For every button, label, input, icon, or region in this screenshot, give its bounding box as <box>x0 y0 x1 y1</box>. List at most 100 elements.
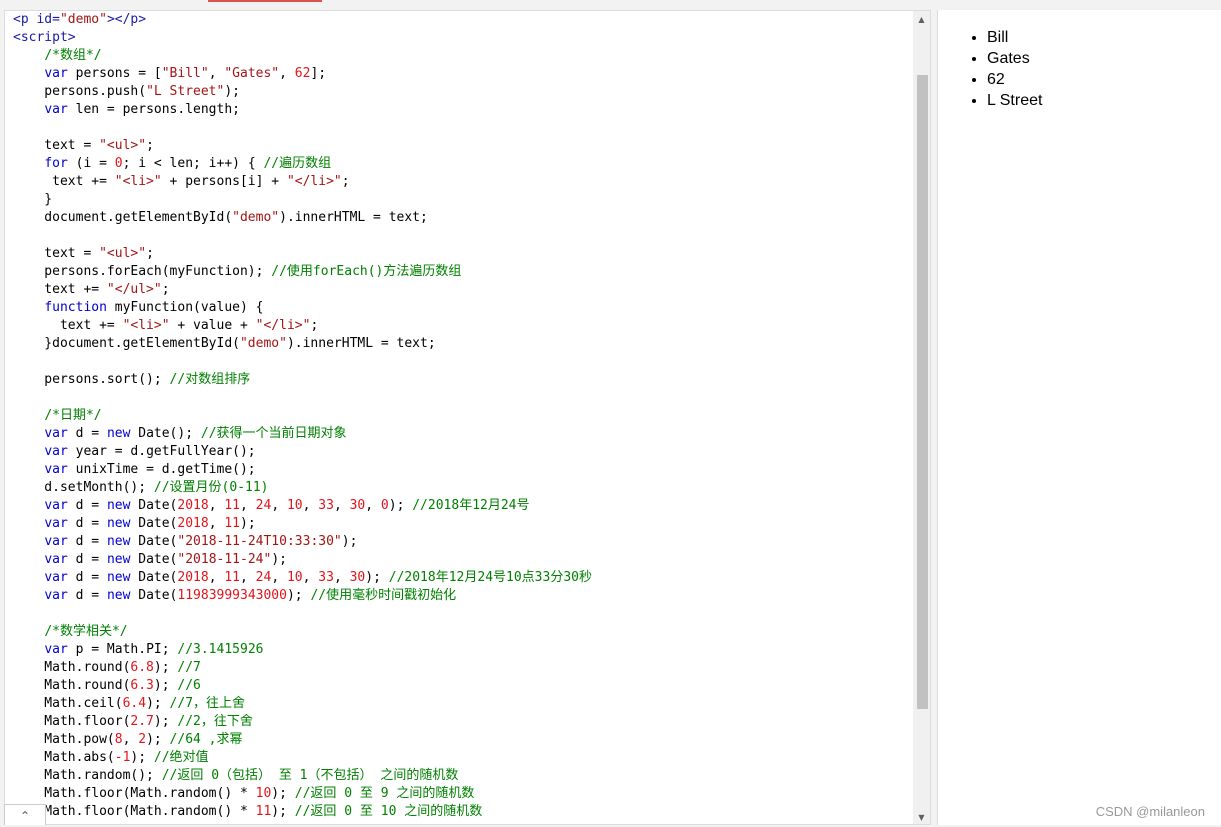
code-line: <p id="demo"></p> <box>13 11 592 29</box>
code-token: len = persons.length; <box>67 102 240 117</box>
code-token: document.getElementById( <box>13 210 233 225</box>
code-token: "<ul>" <box>99 246 147 261</box>
scroll-up-icon[interactable]: ▲ <box>913 11 930 28</box>
code-token: 11 <box>224 516 241 531</box>
code-token: new <box>106 534 131 549</box>
code-line: persons.forEach(myFunction); //使用forEach… <box>13 263 592 281</box>
vertical-scrollbar[interactable]: ▲ ▼ <box>913 11 930 824</box>
code-token: var <box>44 552 68 567</box>
code-token: } <box>13 192 53 207</box>
code-token: 33 <box>318 570 334 585</box>
code-line: /*日期*/ <box>13 407 592 425</box>
code-token: //7 <box>177 660 201 675</box>
code-token: //2018年12月24号 <box>412 498 530 513</box>
code-token: myFunction(value) { <box>106 300 264 315</box>
code-token: new <box>106 570 131 585</box>
code-token: ); <box>388 498 413 513</box>
code-token: , <box>279 66 295 81</box>
code-token: new <box>106 498 131 513</box>
code-token: , <box>365 498 381 513</box>
code-token: ; <box>161 282 170 297</box>
code-token: "</li>" <box>286 174 342 189</box>
code-token: ); <box>286 588 311 603</box>
code-token: , <box>122 732 139 747</box>
code-token: Date(); <box>130 426 201 441</box>
code-line: /*数组*/ <box>13 47 592 65</box>
scroll-down-icon[interactable]: ▼ <box>913 809 930 824</box>
code-line: var d = new Date(11983999343000); //使用毫秒… <box>13 587 592 605</box>
code-token: new <box>106 552 131 567</box>
code-token: 10 <box>255 786 272 801</box>
code-token: ).innerHTML = text; <box>286 336 436 351</box>
code-token: persons.sort(); <box>13 372 170 387</box>
code-token: 2018 <box>177 498 209 513</box>
code-token: ); <box>153 678 178 693</box>
code-editor[interactable]: <p id="demo"></p> <script> /*数组*/ var per… <box>5 11 913 824</box>
code-token: year = d.getFullYear(); <box>67 444 256 459</box>
code-token: + persons[i] + <box>161 174 287 189</box>
code-token: //64 ,求幂 <box>169 732 243 747</box>
code-token: //获得一个当前日期对象 <box>200 426 347 441</box>
code-token: d = <box>67 552 107 567</box>
code-token: var <box>44 516 68 531</box>
collapse-button[interactable]: ⌃ <box>4 804 46 825</box>
code-token: text += <box>13 282 107 297</box>
code-line: text += "<li>" + persons[i] + "</li>"; <box>13 173 592 191</box>
code-token: (i = <box>67 156 115 171</box>
code-token: "<li>" <box>122 318 170 333</box>
code-token: d.setMonth(); <box>13 480 154 495</box>
code-token: 62 <box>294 66 311 81</box>
code-line: var len = persons.length; <box>13 101 592 119</box>
code-token: ); <box>271 804 295 819</box>
code-token: , <box>240 570 256 585</box>
code-token: var <box>44 462 68 477</box>
code-line: var d = new Date("2018-11-24T10:33:30"); <box>13 533 592 551</box>
code-token: //2018年12月24号10点33分30秒 <box>388 570 592 585</box>
code-token: ).innerHTML = text; <box>279 210 428 225</box>
code-line: persons.sort(); //对数组排序 <box>13 371 592 389</box>
result-list-item: Bill <box>987 27 1042 48</box>
code-line: Math.random(); //返回 0（包括） 至 1（不包括） 之间的随机… <box>13 767 592 785</box>
code-token: var <box>44 426 68 441</box>
code-token: "<li>" <box>114 174 162 189</box>
code-token: + value + <box>169 318 256 333</box>
code-token: Date( <box>130 588 178 603</box>
code-token: Date( <box>130 534 178 549</box>
code-token: <p <box>13 12 37 27</box>
code-token: //绝对值 <box>153 750 209 765</box>
code-token: unixTime = d.getTime(); <box>67 462 256 477</box>
code-line: Math.floor(Math.random() * 10); //返回 0 至… <box>13 785 592 803</box>
code-line: text += "</ul>"; <box>13 281 592 299</box>
code-line: } <box>13 191 592 209</box>
code-token: 24 <box>255 498 272 513</box>
result-list-item: 62 <box>987 69 1042 90</box>
code-token: d = <box>67 534 107 549</box>
code-token: ; <box>146 246 154 261</box>
code-token: 2018 <box>177 516 209 531</box>
code-content[interactable]: <p id="demo"></p> <script> /*数组*/ var per… <box>13 11 592 821</box>
code-token: /*数组*/ <box>44 48 102 63</box>
code-token: text += <box>13 318 123 333</box>
code-token: Date( <box>130 570 178 585</box>
code-line: Math.ceil(6.4); //7，往上舍 <box>13 695 592 713</box>
code-line: Math.floor(Math.random() * 11); //返回 0 至… <box>13 803 592 821</box>
code-token: "<ul>" <box>99 138 147 153</box>
code-editor-panel: <p id="demo"></p> <script> /*数组*/ var per… <box>4 10 931 825</box>
code-token: 10 <box>286 498 303 513</box>
code-token: //设置月份(0-11) <box>153 480 269 495</box>
code-token: ); <box>271 786 295 801</box>
code-token: 0 <box>114 156 123 171</box>
code-token: , <box>208 570 225 585</box>
code-token: "2018-11-24" <box>177 552 272 567</box>
code-token: //使用forEach()方法遍历数组 <box>271 264 462 279</box>
scrollbar-thumb[interactable] <box>917 75 928 709</box>
code-token: ); <box>146 696 170 711</box>
code-line: text = "<ul>"; <box>13 245 592 263</box>
code-token: ); <box>153 660 178 675</box>
